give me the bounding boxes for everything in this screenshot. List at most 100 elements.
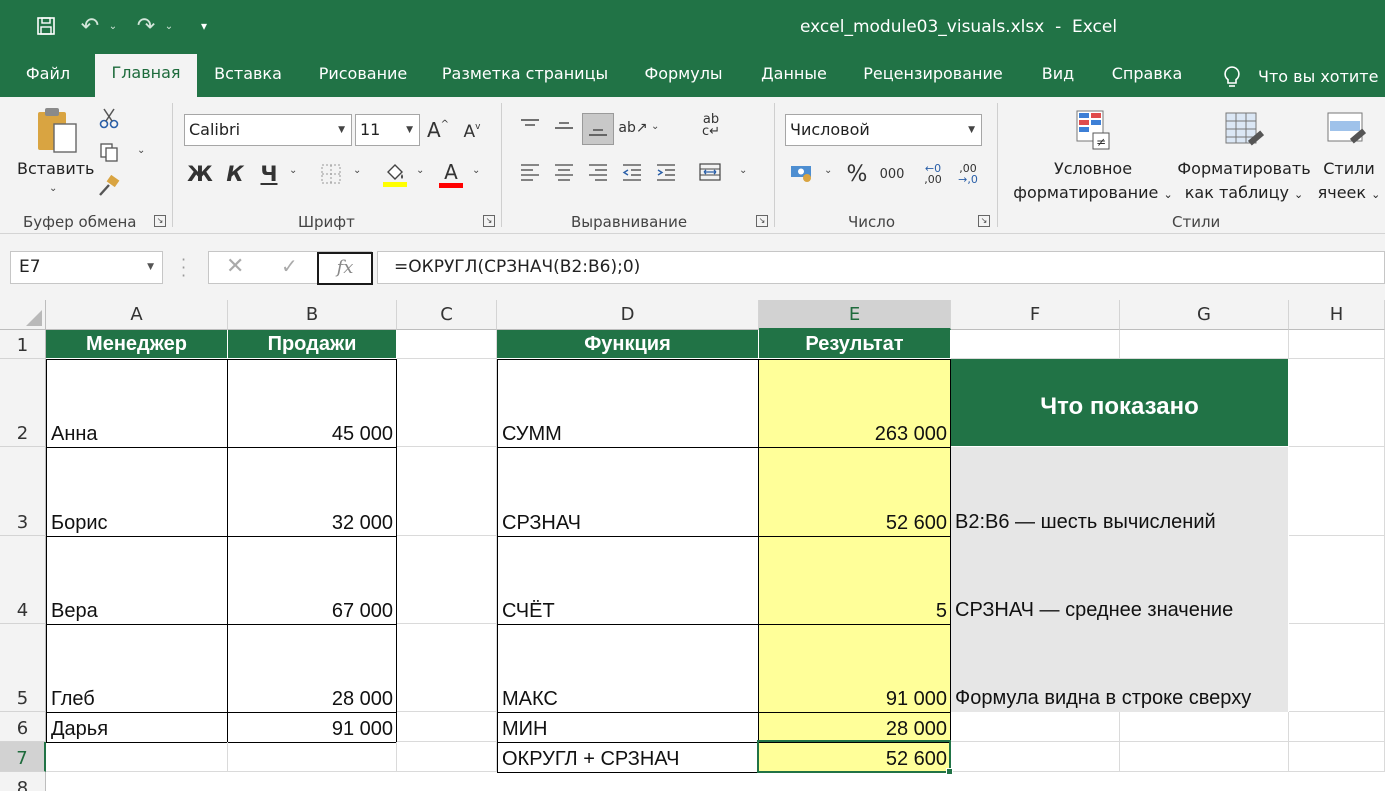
- row-header-2[interactable]: 2: [0, 359, 46, 447]
- percent-button[interactable]: %: [843, 160, 871, 188]
- redo-dropdown-icon[interactable]: ⌄: [162, 12, 176, 40]
- paste-label[interactable]: Вставить: [17, 157, 94, 181]
- font-launcher-icon[interactable]: ↘: [483, 215, 495, 227]
- borders-dropdown-icon[interactable]: ⌄: [353, 165, 361, 176]
- cell-c2[interactable]: [397, 359, 497, 447]
- cell-h7[interactable]: [1289, 742, 1385, 772]
- fill-color-icon[interactable]: [380, 157, 410, 191]
- cell-c7[interactable]: [397, 742, 497, 772]
- column-header-h[interactable]: H: [1289, 300, 1385, 330]
- fill-color-dropdown-icon[interactable]: ⌄: [416, 165, 424, 176]
- conditional-formatting-icon[interactable]: ≠: [1068, 105, 1116, 155]
- cell-d2[interactable]: СУММ: [497, 359, 759, 448]
- tab-data[interactable]: Данные: [751, 56, 837, 97]
- copy-dropdown-icon[interactable]: ⌄: [137, 145, 145, 156]
- increase-indent-icon[interactable]: [652, 159, 680, 185]
- font-color-dropdown-icon[interactable]: ⌄: [472, 165, 480, 176]
- note-cell-1[interactable]: B2:B6 — шесть вычислений: [951, 447, 1288, 536]
- copy-icon[interactable]: [96, 139, 122, 165]
- format-as-table-icon[interactable]: [1220, 105, 1270, 155]
- cell-e6[interactable]: 28 000: [758, 712, 951, 743]
- tab-help[interactable]: Справка: [1100, 56, 1194, 97]
- cell-d1[interactable]: Функция: [497, 330, 759, 359]
- cell-b7[interactable]: [228, 742, 397, 772]
- cell-b4[interactable]: 67 000: [227, 536, 397, 625]
- row-header-6[interactable]: 6: [0, 712, 46, 742]
- customize-toolbar-icon[interactable]: ▾: [196, 12, 212, 40]
- cell-b5[interactable]: 28 000: [227, 624, 397, 713]
- select-all-button[interactable]: [0, 300, 46, 330]
- cell-d5[interactable]: МАКС: [497, 624, 759, 713]
- column-header-g[interactable]: G: [1120, 300, 1289, 330]
- align-left-icon[interactable]: [516, 159, 544, 185]
- cell-a2[interactable]: Анна: [46, 359, 228, 448]
- fill-handle[interactable]: [946, 768, 953, 775]
- row-header-4[interactable]: 4: [0, 536, 46, 624]
- number-launcher-icon[interactable]: ↘: [978, 215, 990, 227]
- align-middle-icon[interactable]: [549, 115, 579, 137]
- decrease-decimal-icon[interactable]: ,00 →,0: [953, 159, 983, 189]
- cell-e1[interactable]: Результат: [759, 330, 951, 359]
- cell-d6[interactable]: МИН: [497, 712, 759, 743]
- underline-dropdown-icon[interactable]: ⌄: [289, 165, 297, 176]
- decrease-font-size-icon[interactable]: Av: [460, 119, 484, 145]
- cell-d4[interactable]: СЧЁТ: [497, 536, 759, 625]
- cell-f7[interactable]: [951, 742, 1120, 772]
- column-header-f[interactable]: F: [951, 300, 1120, 330]
- tab-formulas[interactable]: Формулы: [632, 56, 735, 97]
- cell-d3[interactable]: СРЗНАЧ: [497, 447, 759, 537]
- paste-dropdown-icon[interactable]: ⌄: [49, 183, 57, 194]
- increase-decimal-icon[interactable]: ←0,00: [918, 159, 948, 189]
- column-header-b[interactable]: B: [228, 300, 397, 330]
- paste-icon[interactable]: [30, 105, 82, 157]
- cell-e4[interactable]: 5: [758, 536, 951, 625]
- cell-b3[interactable]: 32 000: [227, 447, 397, 537]
- column-header-c[interactable]: C: [397, 300, 497, 330]
- formula-input[interactable]: =ОКРУГЛ(СРЗНАЧ(B2:B6);0): [377, 251, 1385, 284]
- cell-c5[interactable]: [397, 624, 497, 712]
- cell-f1[interactable]: [951, 330, 1120, 359]
- row-header-5[interactable]: 5: [0, 624, 46, 712]
- cell-d7[interactable]: ОКРУГЛ + СРЗНАЧ: [497, 742, 759, 773]
- tab-insert[interactable]: Вставка: [205, 56, 291, 97]
- cell-e3[interactable]: 52 600: [758, 447, 951, 537]
- column-header-d[interactable]: D: [497, 300, 759, 330]
- thousands-separator-button[interactable]: 000: [878, 163, 906, 185]
- align-bottom-icon[interactable]: [582, 113, 614, 145]
- enter-icon[interactable]: ✓: [281, 254, 298, 278]
- format-painter-icon[interactable]: [96, 173, 122, 199]
- tab-view[interactable]: Вид: [1031, 56, 1085, 97]
- cell-b1[interactable]: Продажи: [228, 330, 397, 359]
- cancel-icon[interactable]: ✕: [226, 254, 244, 279]
- currency-icon[interactable]: [787, 161, 817, 185]
- redo-icon[interactable]: ↷: [132, 12, 160, 40]
- cell-h6[interactable]: [1289, 712, 1385, 742]
- cell-b6[interactable]: 91 000: [227, 712, 397, 743]
- tab-draw[interactable]: Рисование: [306, 56, 420, 97]
- cell-a3[interactable]: Борис: [46, 447, 228, 537]
- cell-h1[interactable]: [1289, 330, 1385, 359]
- cell-e2[interactable]: 263 000: [758, 359, 951, 448]
- align-center-icon[interactable]: [550, 159, 578, 185]
- spreadsheet-grid[interactable]: A B C D E F G H 1 2 3 4 5 6 7 8 Менеджер…: [0, 300, 1385, 791]
- tab-home[interactable]: Главная: [95, 54, 197, 97]
- cell-b2[interactable]: 45 000: [227, 359, 397, 448]
- alignment-launcher-icon[interactable]: ↘: [756, 215, 768, 227]
- merge-center-icon[interactable]: [696, 159, 724, 185]
- notes-title[interactable]: Что показано: [951, 359, 1288, 446]
- cell-c6[interactable]: [397, 712, 497, 742]
- undo-dropdown-icon[interactable]: ⌄: [106, 12, 120, 40]
- tell-me-search[interactable]: Что вы хотите: [1222, 56, 1378, 97]
- cell-c3[interactable]: [397, 447, 497, 536]
- cut-icon[interactable]: [96, 105, 122, 131]
- undo-icon[interactable]: ↶: [76, 12, 104, 40]
- cell-a5[interactable]: Глеб: [46, 624, 228, 713]
- tab-review[interactable]: Рецензирование: [853, 56, 1013, 97]
- merge-dropdown-icon[interactable]: ⌄: [739, 165, 747, 176]
- cell-a4[interactable]: Вера: [46, 536, 228, 625]
- cell-h3[interactable]: [1289, 447, 1385, 536]
- cell-h5[interactable]: [1289, 624, 1385, 712]
- increase-font-size-icon[interactable]: A ^: [426, 116, 450, 144]
- formula-bar-grip-icon[interactable]: · · ·: [181, 252, 186, 284]
- tab-file[interactable]: Файл: [12, 56, 84, 97]
